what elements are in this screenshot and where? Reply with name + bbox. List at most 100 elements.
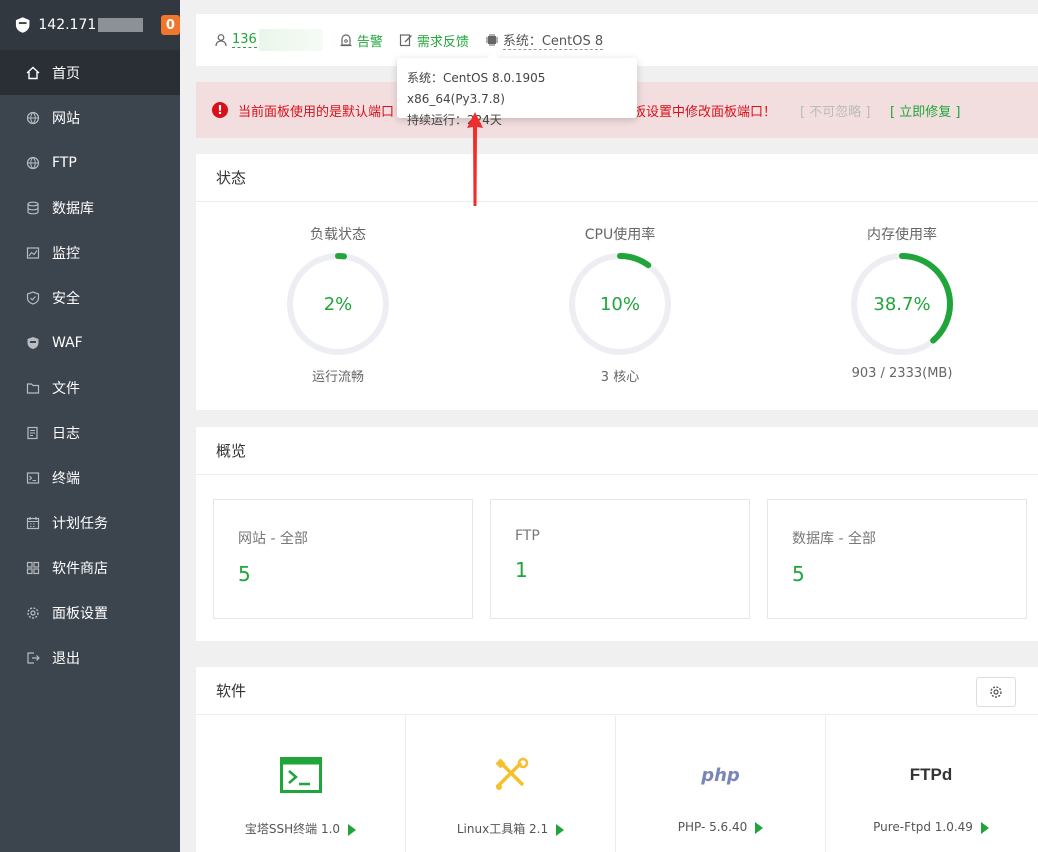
overview-card-ftp[interactable]: FTP 1 — [490, 499, 750, 619]
user-account[interactable]: 136 — [214, 29, 323, 51]
sidebar-item-label: 监控 — [52, 245, 80, 262]
sidebar-item-label: 面板设置 — [52, 605, 108, 622]
software-item-ssh[interactable]: 宝塔SSH终端 1.0 — [196, 716, 406, 852]
play-icon[interactable] — [755, 821, 764, 834]
cpu-gauge[interactable]: CPU使用率 10% 3 核心 — [500, 224, 740, 385]
alarm-link[interactable]: 告警 — [339, 31, 383, 50]
gauge-ring: 2% — [284, 250, 392, 358]
folder-icon — [26, 381, 40, 395]
sidebar-item-cron[interactable]: 计划任务 — [0, 500, 180, 545]
software-item-php[interactable]: php PHP- 5.6.40 — [616, 716, 826, 852]
red-arrow-annotation — [467, 112, 483, 206]
sidebar-item-website[interactable]: 网站 — [0, 95, 180, 140]
home-icon — [26, 66, 40, 80]
sidebar-item-ftp[interactable]: FTP — [0, 140, 180, 185]
card-count[interactable]: 5 — [238, 562, 448, 586]
sidebar-menu: 首页 网站 FTP 数据库 监控 安全 WAF 文件 日志 终端 计划任务 软件… — [0, 50, 180, 680]
waf-icon — [26, 336, 40, 350]
grid-icon — [26, 561, 40, 575]
software-panel: 软件 宝塔SSH终端 1.0 Linux工具箱 2.1 php PHP- 5.6… — [196, 667, 1038, 852]
tooltip-system: 系统：CentOS 8.0.1905 x86_64(Py3.7.8) — [407, 71, 546, 106]
overview-card-database[interactable]: 数据库 - 全部 5 — [767, 499, 1027, 619]
sidebar-item-label: 文件 — [52, 380, 80, 397]
gear-icon — [990, 686, 1002, 698]
software-settings-button[interactable] — [976, 677, 1016, 707]
software-item-toolbox[interactable]: Linux工具箱 2.1 — [406, 716, 616, 852]
feedback-link[interactable]: 需求反馈 — [399, 31, 469, 50]
user-phone[interactable]: 136 — [232, 32, 257, 48]
play-icon[interactable] — [348, 823, 357, 836]
sidebar-item-label: 终端 — [52, 470, 80, 487]
ip-mask — [98, 18, 143, 32]
gauge-value: 10% — [599, 293, 640, 315]
gauge-ring: 38.7% — [848, 250, 956, 358]
sidebar-item-label: 软件商店 — [52, 560, 108, 577]
error-icon: ! — [212, 102, 228, 118]
software-item-ftpd[interactable]: FTPd Pure-Ftpd 1.0.49 — [826, 716, 1036, 852]
sidebar-item-label: 数据库 — [52, 200, 94, 217]
sidebar-item-security[interactable]: 安全 — [0, 275, 180, 320]
software-name: Linux工具箱 2.1 — [406, 820, 615, 837]
sidebar-item-store[interactable]: 软件商店 — [0, 545, 180, 590]
message-badge[interactable]: 0 — [160, 15, 180, 35]
sidebar-item-label: 首页 — [52, 65, 80, 82]
phone-mask — [258, 29, 323, 51]
gauge-label: CPU使用率 — [584, 227, 656, 243]
play-icon[interactable] — [556, 823, 565, 836]
sidebar-item-logout[interactable]: 退出 — [0, 635, 180, 680]
ftpd-icon: FTPd — [826, 750, 1036, 800]
overview-panel: 概览 网站 - 全部 5 FTP 1 数据库 - 全部 5 — [196, 427, 1038, 641]
sidebar-item-database[interactable]: 数据库 — [0, 185, 180, 230]
software-name: 宝塔SSH终端 1.0 — [196, 820, 405, 837]
php-logo-text: php — [701, 764, 740, 786]
log-icon — [26, 426, 40, 440]
sidebar-item-files[interactable]: 文件 — [0, 365, 180, 410]
tooltip-uptime: 持续运行：224天 — [407, 113, 502, 127]
sidebar-item-terminal[interactable]: 终端 — [0, 455, 180, 500]
sidebar-item-label: FTP — [52, 154, 77, 171]
software-name-text: Pure-Ftpd 1.0.49 — [873, 820, 973, 834]
gauge-sub: 903 / 2333(MB) — [851, 366, 953, 381]
software-name-text: Linux工具箱 2.1 — [456, 822, 549, 836]
load-gauge[interactable]: 负载状态 2% 运行流畅 — [218, 224, 458, 385]
sidebar-item-waf[interactable]: WAF — [0, 320, 180, 365]
gauge-label: 负载状态 — [310, 227, 366, 243]
status-panel: 状态 负载状态 2% 运行流畅 CPU使用率 10% 3 核心 内存使用率 38… — [196, 154, 1038, 410]
sidebar-item-home[interactable]: 首页 — [0, 50, 180, 95]
card-count[interactable]: 1 — [515, 558, 725, 582]
alarm-icon — [340, 34, 352, 47]
globe-icon — [26, 111, 40, 125]
sidebar-item-label: 安全 — [52, 290, 80, 307]
alert-text-tail: 板设置中修改面板端口！ — [633, 104, 777, 120]
sidebar-item-settings[interactable]: 面板设置 — [0, 590, 180, 635]
database-icon — [26, 201, 40, 215]
gauge-sub: 3 核心 — [600, 370, 640, 385]
overview-card-website[interactable]: 网站 - 全部 5 — [213, 499, 473, 619]
software-name-text: 宝塔SSH终端 1.0 — [244, 822, 341, 836]
panel-title: 软件 — [196, 667, 1038, 715]
gauge-sub: 运行流畅 — [311, 370, 364, 385]
system-info[interactable]: 系统：CentOS 8 — [485, 30, 604, 50]
sidebar-item-logs[interactable]: 日志 — [0, 410, 180, 455]
fix-now-link[interactable]: [ 立即修复 ] — [890, 101, 960, 120]
sidebar: 142.171 0 首页 网站 FTP 数据库 监控 安全 WAF 文件 日志 … — [0, 0, 180, 852]
memory-gauge[interactable]: 内存使用率 38.7% 903 / 2333(MB) — [782, 224, 1022, 381]
system-label[interactable]: 系统：CentOS 8 — [502, 30, 604, 50]
card-name: 数据库 - 全部 — [792, 531, 876, 547]
play-icon[interactable] — [980, 821, 989, 834]
sidebar-item-monitor[interactable]: 监控 — [0, 230, 180, 275]
gear-icon — [26, 606, 40, 620]
alarm-label: 告警 — [356, 34, 383, 50]
feedback-label: 需求反馈 — [416, 34, 469, 50]
ssh-terminal-icon — [196, 750, 405, 800]
software-name: Pure-Ftpd 1.0.49 — [826, 820, 1036, 834]
gauge-value: 38.7% — [873, 293, 931, 315]
gauge-ring: 10% — [566, 250, 674, 358]
server-ip: 142.171 — [38, 17, 97, 33]
edit-icon — [399, 34, 412, 47]
user-icon — [215, 34, 227, 47]
globe-icon — [26, 156, 40, 170]
card-count[interactable]: 5 — [792, 562, 1002, 586]
panel-title: 状态 — [196, 154, 1038, 202]
sidebar-item-label: 网站 — [52, 110, 80, 127]
